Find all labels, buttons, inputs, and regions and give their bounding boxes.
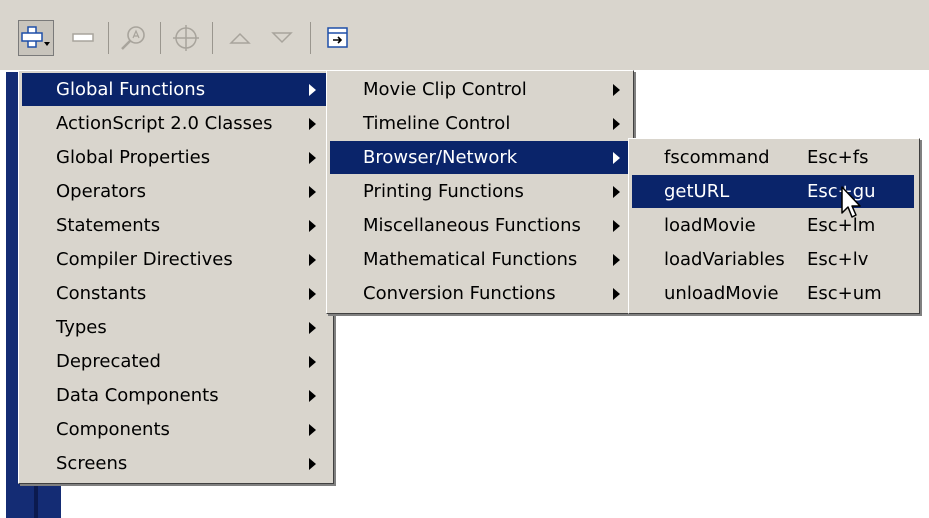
- move-up-icon: [229, 32, 251, 44]
- menu-item-global-functions[interactable]: Global Functions: [22, 73, 328, 106]
- menu-item-statements[interactable]: Statements: [22, 209, 328, 242]
- move-down-button[interactable]: [264, 20, 300, 56]
- global-functions-submenu: Movie Clip Control Timeline Control Brow…: [326, 70, 634, 314]
- remove-statement-button[interactable]: [66, 20, 102, 56]
- menu-item-data-components[interactable]: Data Components: [22, 379, 328, 412]
- submenu-arrow-icon: [309, 151, 316, 164]
- menu-item-constants[interactable]: Constants: [22, 277, 328, 310]
- menu-item-unloadmovie[interactable]: unloadMovie Esc+um: [632, 277, 914, 310]
- menu-item-label: loadMovie: [664, 215, 756, 236]
- add-statement-button[interactable]: [18, 20, 54, 56]
- menu-item-screens[interactable]: Screens: [22, 447, 328, 480]
- menu-item-shortcut: Esc+lv: [807, 249, 869, 270]
- menu-item-global-properties[interactable]: Global Properties: [22, 141, 328, 174]
- toolbar-separator: [108, 22, 109, 54]
- menu-item-geturl[interactable]: getURL Esc+gu: [632, 175, 914, 208]
- menu-item-conversion-functions[interactable]: Conversion Functions: [330, 277, 628, 310]
- menu-item-loadvariables[interactable]: loadVariables Esc+lv: [632, 243, 914, 276]
- submenu-arrow-icon: [613, 151, 620, 164]
- browser-network-submenu: fscommand Esc+fs getURL Esc+gu loadMovie…: [628, 138, 920, 314]
- menu-item-label: Conversion Functions: [363, 283, 556, 304]
- menu-item-fscommand[interactable]: fscommand Esc+fs: [632, 141, 914, 174]
- move-up-button[interactable]: [222, 20, 258, 56]
- menu-item-loadmovie[interactable]: loadMovie Esc+lm: [632, 209, 914, 242]
- submenu-arrow-icon: [613, 253, 620, 266]
- add-statement-icon: [21, 26, 50, 48]
- submenu-arrow-icon: [309, 321, 316, 334]
- menu-item-browser-network[interactable]: Browser/Network: [330, 141, 628, 174]
- menu-item-label: getURL: [664, 181, 730, 202]
- menu-item-label: Mathematical Functions: [363, 249, 578, 270]
- submenu-arrow-icon: [613, 287, 620, 300]
- menu-item-label: Types: [56, 317, 107, 338]
- menu-item-label: Compiler Directives: [56, 249, 233, 270]
- move-down-icon: [271, 32, 293, 44]
- actions-menu: Global Functions ActionScript 2.0 Classe…: [18, 70, 334, 484]
- submenu-arrow-icon: [309, 423, 316, 436]
- insert-target-path-icon: [173, 25, 199, 51]
- menu-item-mathematical-functions[interactable]: Mathematical Functions: [330, 243, 628, 276]
- submenu-arrow-icon: [613, 117, 620, 130]
- menu-item-label: Deprecated: [56, 351, 161, 372]
- menu-item-label: Components: [56, 419, 170, 440]
- menu-item-deprecated[interactable]: Deprecated: [22, 345, 328, 378]
- find-button[interactable]: [116, 20, 152, 56]
- menu-item-label: Printing Functions: [363, 181, 524, 202]
- submenu-arrow-icon: [309, 253, 316, 266]
- menu-item-label: Movie Clip Control: [363, 79, 527, 100]
- submenu-arrow-icon: [309, 185, 316, 198]
- menu-item-shortcut: Esc+fs: [807, 147, 869, 168]
- actions-toolbar: [0, 0, 929, 70]
- find-icon: [121, 26, 145, 50]
- menu-item-label: Screens: [56, 453, 128, 474]
- menu-item-label: fscommand: [664, 147, 770, 168]
- menu-item-label: loadVariables: [664, 249, 785, 270]
- submenu-arrow-icon: [309, 219, 316, 232]
- menu-item-label: Global Properties: [56, 147, 211, 168]
- menu-item-label: Constants: [56, 283, 147, 304]
- submenu-arrow-icon: [309, 287, 316, 300]
- menu-item-printing-functions[interactable]: Printing Functions: [330, 175, 628, 208]
- menu-item-shortcut: Esc+gu: [807, 181, 876, 202]
- menu-item-timeline-control[interactable]: Timeline Control: [330, 107, 628, 140]
- menu-item-label: ActionScript 2.0 Classes: [56, 113, 273, 134]
- menu-item-label: Browser/Network: [363, 147, 518, 168]
- toolbar-separator: [212, 22, 213, 54]
- menu-item-label: Data Components: [56, 385, 219, 406]
- submenu-arrow-icon: [309, 457, 316, 470]
- menu-item-label: Operators: [56, 181, 146, 202]
- menu-item-shortcut: Esc+um: [807, 283, 882, 304]
- menu-item-miscellaneous-functions[interactable]: Miscellaneous Functions: [330, 209, 628, 242]
- script-assist-button[interactable]: [320, 20, 356, 56]
- menu-item-label: Global Functions: [56, 79, 206, 100]
- script-assist-icon: [327, 27, 348, 48]
- menu-item-shortcut: Esc+lm: [807, 215, 876, 236]
- menu-item-label: Miscellaneous Functions: [363, 215, 581, 236]
- menu-item-components[interactable]: Components: [22, 413, 328, 446]
- remove-statement-icon: [72, 33, 94, 42]
- menu-item-label: Statements: [56, 215, 161, 236]
- insert-target-path-button[interactable]: [168, 20, 204, 56]
- toolbar-separator: [160, 22, 161, 54]
- toolbar-separator: [310, 22, 311, 54]
- menu-item-compiler-directives[interactable]: Compiler Directives: [22, 243, 328, 276]
- submenu-arrow-icon: [309, 117, 316, 130]
- menu-item-label: unloadMovie: [664, 283, 779, 304]
- submenu-arrow-icon: [309, 355, 316, 368]
- menu-item-actionscript-classes[interactable]: ActionScript 2.0 Classes: [22, 107, 328, 140]
- menu-item-label: Timeline Control: [363, 113, 511, 134]
- submenu-arrow-icon: [309, 389, 316, 402]
- menu-item-movie-clip-control[interactable]: Movie Clip Control: [330, 73, 628, 106]
- submenu-arrow-icon: [309, 83, 316, 96]
- menu-item-operators[interactable]: Operators: [22, 175, 328, 208]
- submenu-arrow-icon: [613, 83, 620, 96]
- submenu-arrow-icon: [613, 185, 620, 198]
- submenu-arrow-icon: [613, 219, 620, 232]
- menu-item-types[interactable]: Types: [22, 311, 328, 344]
